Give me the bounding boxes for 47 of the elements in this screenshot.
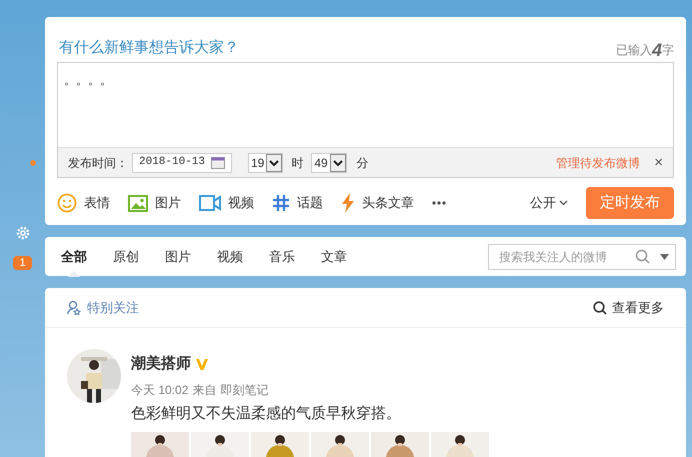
lightning-icon [341,193,355,213]
see-more-link[interactable]: 查看更多 [612,298,664,318]
special-follow-link[interactable]: 特别关注 [87,298,139,318]
image-icon [128,194,148,212]
feed-tab[interactable]: 全部 [61,237,87,276]
toolbar-button[interactable]: 图片 [128,193,181,213]
toolbar-button[interactable]: 话题 [272,193,323,213]
date-field[interactable]: 2018-10-13 [132,152,232,172]
post-textarea[interactable]: 。。。。 发布时间： 2018-10-13 19 时 49 分 管理待发布微博 × [57,62,674,178]
toolbar-button[interactable]: 头条文章 [341,193,414,213]
feed-tab[interactable]: 图片 [165,237,191,276]
hashtag-icon [272,194,290,212]
source-label: 来自 [192,382,216,398]
count-unit: 字 [662,42,674,59]
toolbar-button[interactable]: 表情 [57,193,110,213]
video-camera-icon [199,195,221,211]
post-text: 色彩鲜明又不失温柔感的气质早秋穿搭。 [131,404,402,424]
close-button[interactable]: × [654,155,663,170]
dropdown-icon [266,154,282,172]
feed-tab[interactable]: 文章 [321,237,347,276]
smiley-icon [57,193,77,213]
composer-prompt: 有什么新鲜事想告诉大家？ [58,38,239,58]
post-time[interactable]: 今天 10:02 [131,380,188,398]
author-name[interactable]: 潮美搭师 [131,353,191,376]
hour-select[interactable]: 19 [248,152,284,172]
dropdown-icon [330,154,346,172]
feed-tab[interactable]: 原创 [113,237,139,276]
minute-select[interactable]: 49 [311,152,347,172]
count-badge: 1 [13,256,32,270]
more-icon[interactable] [432,201,446,205]
schedule-label: 发布时间： [68,154,128,172]
post-text: 。。。。 [63,72,113,89]
hour-unit: 时 [291,154,304,172]
chevron-down-icon [559,200,568,206]
minute-unit: 分 [356,154,369,172]
feed-tab[interactable]: 视频 [217,237,243,276]
search-icon [593,300,607,314]
user-star-icon [67,300,81,315]
feed-tab[interactable]: 音乐 [269,237,295,276]
search-icon[interactable] [635,249,650,264]
character-count: 4 [652,41,662,59]
toolbar-button[interactable]: 视频 [199,193,254,213]
source-link[interactable]: 即刻笔记 [220,380,268,398]
calendar-icon [211,156,225,169]
dropdown-icon[interactable] [660,254,669,260]
count-label: 已输入 [616,42,652,59]
visibility-dropdown[interactable]: 公开 [530,193,568,213]
